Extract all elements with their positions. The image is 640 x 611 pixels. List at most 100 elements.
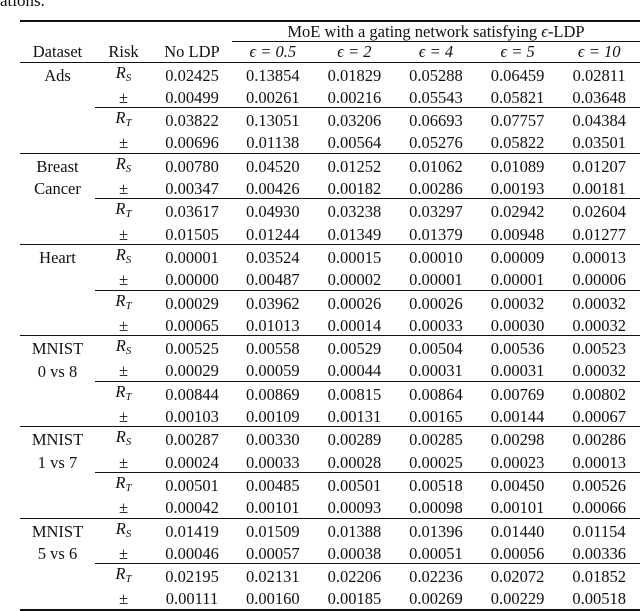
group-label-suffix: -LDP [547, 22, 585, 41]
value-cell: 0.00066 [572, 498, 626, 518]
header-row-columns: Dataset Risk No LDP ϵ = 0.5 ϵ = 2 ϵ = 4 … [20, 42, 640, 62]
value-cell: 0.00032 [558, 289, 640, 316]
value-cell: 0.00844 [152, 380, 232, 408]
dataset-cell [20, 225, 95, 245]
table-row: Breast RS 0.00780 0.04520 0.01252 0.01062 0.01… [20, 153, 640, 179]
plus-minus-symbol: ± [118, 361, 129, 381]
value-cell: 0.00032 [572, 361, 626, 381]
risk-cell: ± [95, 453, 152, 473]
header-group-label: MoE with a gating network satisfying ϵ-L… [232, 21, 640, 43]
value-cell: 0.00426 [245, 179, 300, 199]
value-cell: 0.00000 [165, 270, 219, 290]
value-cell: 0.00160 [245, 589, 300, 609]
dataset-cell [20, 270, 95, 290]
risk-target-symbol: RT [115, 291, 131, 312]
value-cell: 0.00518 [572, 589, 626, 609]
value-cell: 0.00001 [165, 247, 219, 267]
risk-symbol-subscript: S [125, 162, 132, 175]
value-cell: 0.00193 [490, 179, 545, 199]
column-header-eps-2: ϵ = 2 [337, 42, 372, 62]
value-cell: 0.01419 [165, 521, 219, 541]
value-cell: 0.01207 [572, 156, 626, 176]
value-cell: 0.00028 [327, 452, 382, 472]
value-cell: 0.06693 [395, 107, 477, 134]
column-header-eps-4: ϵ = 4 [418, 42, 454, 62]
header-empty [152, 21, 232, 42]
risk-cell: ± [95, 270, 152, 290]
value-cell: 0.00029 [152, 289, 232, 316]
table-row: ±0.01505 0.01244 0.01349 0.01379 0.00948 0.01… [20, 225, 640, 245]
table-row: RT 0.03822 0.13051 0.03206 0.06693 0.07757 0.0… [20, 107, 640, 134]
value-cell: 0.00006 [572, 270, 626, 290]
value-cell: 0.00815 [313, 380, 396, 408]
value-cell: 0.00501 [152, 471, 232, 499]
value-cell: 0.00131 [327, 407, 382, 427]
table-row: RT 0.00501 0.00485 0.00501 0.00518 0.00450 0.0… [20, 471, 640, 499]
risk-cell: RS [95, 518, 152, 544]
risk-cell: RS [95, 153, 152, 179]
value-cell: 0.00067 [572, 407, 626, 427]
value-cell: 0.00229 [490, 589, 545, 609]
risk-symbol-subscript: T [125, 390, 132, 403]
dataset-cell [20, 290, 95, 316]
dataset-cell: 1 vs 7 [37, 452, 78, 472]
risk-symbol-subscript: S [125, 253, 132, 266]
risk-cell: ± [95, 88, 152, 108]
value-cell: 0.00026 [313, 289, 396, 316]
dataset-cell [20, 316, 95, 336]
value-cell: 0.00518 [395, 471, 477, 499]
value-cell: 0.02195 [152, 563, 232, 590]
value-cell: 0.00013 [572, 452, 626, 472]
value-cell: 0.00769 [476, 380, 559, 408]
risk-cell: ± [95, 316, 152, 336]
risk-cell: ± [95, 179, 152, 199]
value-cell: 0.01062 [409, 156, 463, 176]
dataset-cell [20, 589, 95, 609]
plus-minus-symbol: ± [118, 407, 129, 427]
table-row: ±0.00103 0.00109 0.00131 0.00165 0.00144 0.00… [20, 407, 640, 427]
risk-symbol-base: R [115, 472, 126, 492]
risk-source-symbol: RS [116, 63, 132, 84]
value-cell: 0.00564 [327, 133, 382, 153]
value-cell: 0.00298 [490, 430, 545, 450]
value-cell: 0.03501 [572, 133, 626, 153]
risk-symbol-base: R [115, 564, 126, 584]
value-cell: 0.03297 [395, 198, 477, 225]
value-cell: 0.00864 [395, 380, 477, 408]
risk-symbol-subscript: S [125, 436, 132, 449]
value-cell: 0.05543 [409, 87, 463, 107]
value-cell: 0.01089 [490, 156, 545, 176]
value-cell: 0.00093 [327, 498, 382, 518]
risk-cell: RT [95, 107, 152, 134]
value-cell: 0.00046 [165, 543, 219, 563]
table-row: 1 vs 7 ±0.00024 0.00033 0.00028 0.00025 0.000… [20, 453, 640, 473]
value-cell: 0.00024 [165, 452, 219, 472]
value-cell: 0.00001 [409, 270, 463, 290]
value-cell: 0.00059 [245, 361, 300, 381]
value-cell: 0.01829 [327, 65, 382, 85]
risk-symbol-base: R [115, 518, 126, 538]
table-row: 5 vs 6 ±0.00046 0.00057 0.00038 0.00051 0.000… [20, 544, 640, 564]
value-cell: 0.04384 [558, 107, 640, 134]
value-cell: 0.00336 [572, 543, 626, 563]
risk-cell: RT [95, 471, 152, 499]
risk-source-symbol: RS [116, 154, 132, 175]
value-cell: 0.00101 [490, 498, 545, 518]
value-cell: 0.05822 [490, 133, 545, 153]
value-cell: 0.00504 [409, 339, 463, 359]
value-cell: 0.00144 [490, 407, 545, 427]
value-cell: 0.00261 [245, 87, 300, 107]
value-cell: 0.00026 [395, 289, 477, 316]
risk-cell: RT [95, 289, 152, 316]
table-row: RT 0.02195 0.02131 0.02206 0.02236 0.02072 0.0… [20, 563, 640, 590]
dataset-cell [20, 133, 95, 153]
dataset-cell [20, 381, 95, 407]
value-cell: 0.00216 [327, 87, 382, 107]
value-cell: 0.01277 [572, 224, 626, 244]
column-header-eps-10: ϵ = 10 [577, 42, 621, 62]
dataset-cell [20, 108, 95, 134]
table-row: MNIST RS 0.00525 0.00558 0.00529 0.00504 0.005… [20, 335, 640, 362]
value-cell: 0.00285 [409, 430, 463, 450]
risk-symbol-subscript: T [125, 481, 132, 494]
value-cell: 0.00501 [313, 471, 396, 499]
